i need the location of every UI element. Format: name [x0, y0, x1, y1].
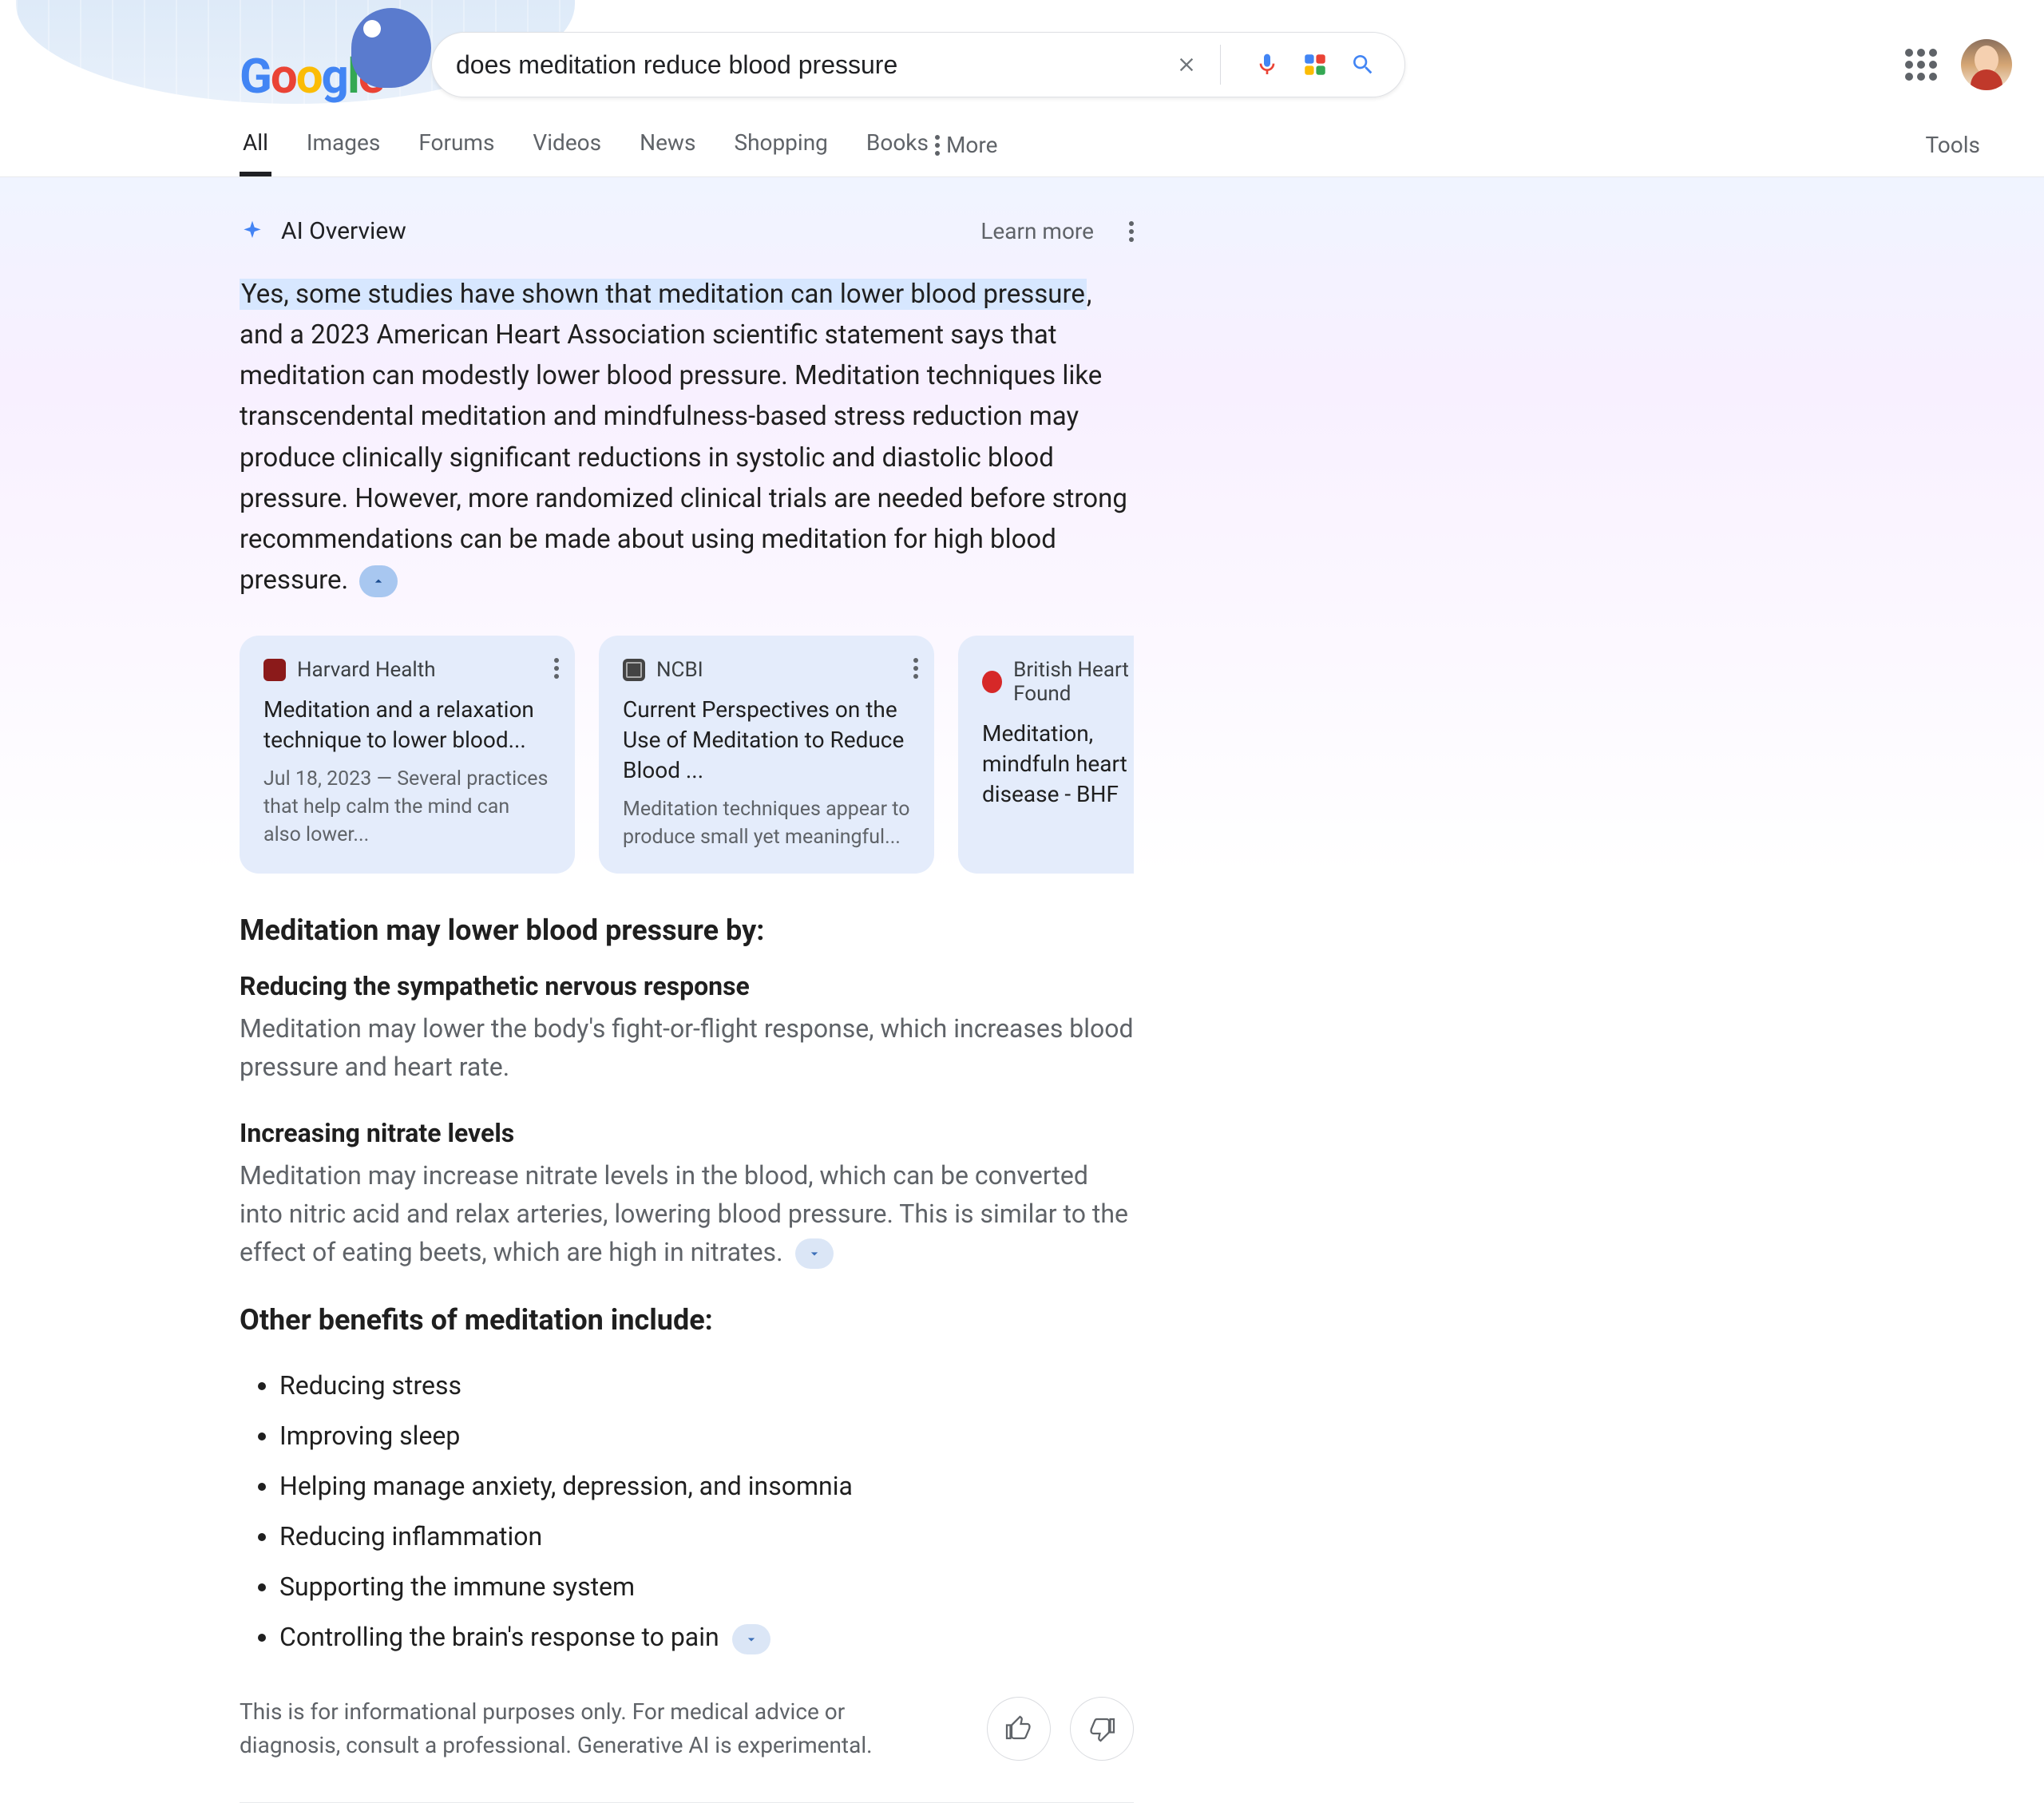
tools-button[interactable]: Tools — [1925, 132, 1980, 174]
search-bar — [431, 32, 1405, 97]
divider — [1220, 45, 1221, 85]
ai-detail-content: Meditation may lower blood pressure by: … — [0, 874, 1134, 1803]
expand-icon[interactable] — [732, 1624, 770, 1654]
ai-menu-icon[interactable] — [1129, 221, 1134, 242]
header — [0, 0, 2044, 97]
more-icon — [935, 135, 940, 156]
source-card[interactable]: British Heart Found Meditation, mindfuln… — [958, 636, 1134, 873]
source-card[interactable]: Harvard Health Meditation and a relaxati… — [240, 636, 575, 873]
thumbs-up-button[interactable] — [987, 1697, 1051, 1761]
tab-books[interactable]: Books — [863, 129, 932, 176]
source-snippet: Jul 18, 2023 — Several practices that he… — [263, 765, 551, 849]
search-icon[interactable] — [1345, 47, 1380, 82]
source-favicon-icon — [263, 659, 286, 681]
ai-overview-text: Yes, some studies have shown that medita… — [240, 274, 1134, 600]
source-menu-icon[interactable] — [913, 658, 918, 679]
source-name: NCBI — [656, 658, 703, 682]
source-title: Meditation, mindfuln heart disease - BHF — [982, 719, 1134, 809]
collapse-icon[interactable] — [359, 565, 398, 597]
ai-highlight: Yes, some studies have shown that medita… — [240, 279, 1087, 310]
list-item: Controlling the brain's response to pain — [279, 1612, 1134, 1662]
list-item: Supporting the immune system — [279, 1562, 1134, 1612]
source-cards-row: Harvard Health Meditation and a relaxati… — [240, 636, 1134, 873]
mechanism-title: Increasing nitrate levels — [240, 1118, 1134, 1148]
list-item: Reducing inflammation — [279, 1512, 1134, 1562]
source-card[interactable]: NCBI Current Perspectives on the Use of … — [599, 636, 934, 873]
search-tabs: All Images Forums Videos News Shopping Books M… — [0, 97, 2044, 177]
mechanism-body: Meditation may lower the body's fight-or… — [240, 1009, 1134, 1086]
source-snippet: Meditation techniques appear to produce … — [623, 795, 910, 851]
list-item: Reducing stress — [279, 1361, 1134, 1411]
section-heading: Other benefits of meditation include: — [240, 1303, 1134, 1337]
more-label: More — [946, 132, 998, 158]
mechanism-body: Meditation may increase nitrate levels i… — [240, 1156, 1134, 1271]
voice-search-icon[interactable] — [1250, 47, 1285, 82]
source-menu-icon[interactable] — [554, 658, 559, 679]
expand-icon[interactable] — [795, 1238, 834, 1269]
section-heading: Meditation may lower blood pressure by: — [240, 913, 1134, 947]
source-title: Meditation and a relaxation technique to… — [263, 695, 551, 755]
disclaimer-text: This is for informational purposes only.… — [240, 1695, 894, 1762]
source-name: British Heart Found — [1013, 658, 1134, 706]
tab-shopping[interactable]: Shopping — [731, 129, 830, 176]
mechanism-title: Reducing the sympathetic nervous respons… — [240, 971, 1134, 1001]
more-tab[interactable]: More — [932, 132, 1001, 174]
ai-body-rest: , and a 2023 American Heart Association … — [240, 279, 1127, 596]
search-input[interactable] — [456, 50, 1156, 80]
tab-videos[interactable]: Videos — [529, 129, 604, 176]
tab-all[interactable]: All — [240, 129, 271, 176]
clear-icon[interactable] — [1169, 47, 1204, 82]
image-search-icon[interactable] — [1297, 47, 1333, 82]
thumbs-down-button[interactable] — [1070, 1697, 1134, 1761]
source-title: Current Perspectives on the Use of Medit… — [623, 695, 910, 785]
tab-forums[interactable]: Forums — [415, 129, 497, 176]
tab-images[interactable]: Images — [303, 129, 383, 176]
tab-news[interactable]: News — [636, 129, 699, 176]
account-avatar[interactable] — [1961, 39, 2012, 90]
google-apps-icon[interactable] — [1905, 49, 1937, 81]
source-favicon-icon — [623, 659, 645, 681]
learn-more-link[interactable]: Learn more — [980, 218, 1094, 244]
ai-overview-label: AI Overview — [281, 217, 406, 245]
list-item: Improving sleep — [279, 1411, 1134, 1461]
source-name: Harvard Health — [297, 658, 436, 682]
benefits-list: Reducing stressImproving sleepHelping ma… — [240, 1361, 1134, 1663]
list-item: Helping manage anxiety, depression, and … — [279, 1461, 1134, 1512]
ai-sparkle-icon — [240, 219, 265, 244]
ai-overview-section: AI Overview Learn more Yes, some studies… — [0, 177, 2044, 874]
source-favicon-icon — [982, 671, 1002, 693]
